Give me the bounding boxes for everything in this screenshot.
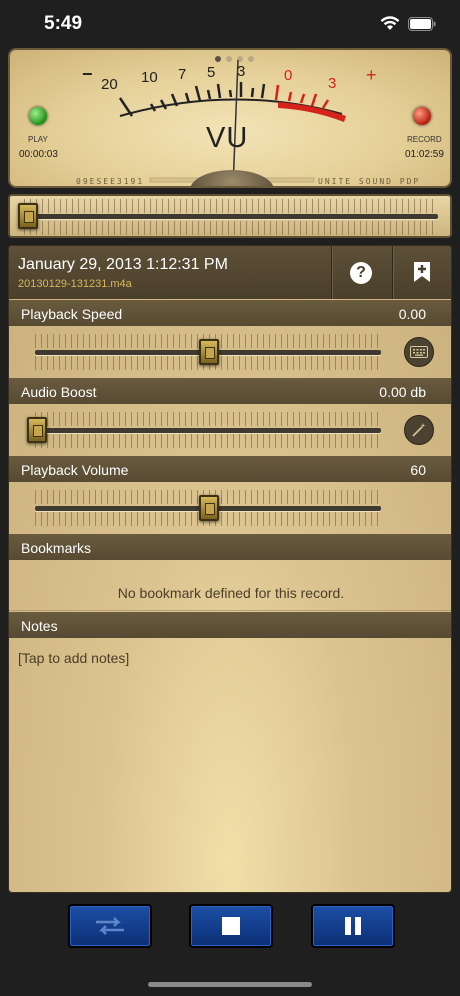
divider [392,246,393,299]
shuffle-button[interactable] [68,904,152,948]
status-icons [380,16,436,31]
scale-label: 3 [237,63,245,80]
ruler-ticks [35,434,381,448]
seek-track [24,214,438,219]
audio-boost-slider[interactable] [9,404,451,456]
battery-icon [408,16,436,31]
audio-boost-value: 0.00 db [379,384,426,400]
status-bar: 5:49 [0,0,460,48]
scale-plus: + [366,65,377,85]
play-time: 00:00:03 [19,149,58,160]
notes-label: Notes [21,618,58,634]
playback-volume-slider[interactable] [9,482,451,534]
notes-bar: Notes [9,612,451,638]
keyboard-input-button[interactable] [404,337,434,367]
playback-volume-value: 60 [410,462,426,478]
playback-speed-value: 0.00 [398,306,426,322]
slider-track [35,428,381,433]
serial-right: UNITE SOUND PDP [318,177,421,186]
notes-field[interactable]: [Tap to add notes] [18,650,129,666]
record-date: January 29, 2013 1:12:31 PM [18,256,228,273]
play-label: PLAY [28,135,48,144]
scale-minus: − [82,64,93,84]
bookmarks-bar: Bookmarks [9,534,451,560]
playback-volume-bar: Playback Volume 60 [9,456,451,482]
help-button[interactable]: ? [350,262,372,284]
bookmarks-label: Bookmarks [21,540,92,556]
pause-button[interactable] [311,904,395,948]
scale-label: 5 [207,64,215,81]
scale-label: 20 [101,76,118,93]
scale-label: 10 [141,69,158,86]
status-time: 5:49 [44,13,83,34]
ruler-ticks [24,221,438,235]
record-filename: 20130129-131231.m4a [18,278,132,290]
record-label: RECORD [407,135,442,144]
pause-icon [345,917,361,935]
add-bookmark-button[interactable] [412,261,432,288]
playback-volume-label: Playback Volume [21,462,129,478]
playback-volume-knob[interactable] [199,495,219,521]
record-header: January 29, 2013 1:12:31 PM 20130129-131… [9,246,451,299]
home-indicator[interactable] [148,982,312,987]
keyboard-icon [410,346,428,358]
play-led-icon [29,107,47,125]
scale-label: 7 [178,66,186,83]
stop-icon [222,917,240,935]
audio-boost-bar: Audio Boost 0.00 db [9,378,451,404]
playback-speed-knob[interactable] [199,339,219,365]
ruler-ticks [24,199,438,213]
seek-slider[interactable] [8,194,452,238]
playback-speed-slider[interactable] [9,326,451,378]
magic-wand-icon [412,423,426,437]
shuffle-icon [96,917,124,935]
wifi-icon [380,16,400,31]
serial-left: 09ESEE3191 [76,177,145,186]
record-details-panel: January 29, 2013 1:12:31 PM 20130129-131… [8,245,452,893]
magic-wand-button[interactable] [404,415,434,445]
vu-label: VU [206,122,249,154]
audio-boost-label: Audio Boost [21,384,97,400]
divider [9,610,451,611]
ruler-ticks [35,412,381,426]
bookmark-plus-icon [414,262,430,282]
vu-meter[interactable]: − 20 10 7 5 3 0 3 + VU PLAY 00:00:03 REC… [8,48,452,188]
record-time: 01:02:59 [405,149,444,160]
vu-scale: − 20 10 7 5 3 0 3 + [82,59,377,186]
record-led-icon [413,107,431,125]
stop-button[interactable] [189,904,273,948]
playback-speed-label: Playback Speed [21,306,123,322]
seek-knob[interactable] [18,203,38,229]
divider [331,246,332,299]
audio-boost-knob[interactable] [27,417,47,443]
scale-label-red: 3 [328,75,336,92]
bookmarks-empty-text: No bookmark defined for this record. [117,585,345,601]
playback-speed-bar: Playback Speed 0.00 [9,300,451,326]
question-circle-icon: ? [356,264,366,281]
scale-label-red: 0 [284,67,292,84]
